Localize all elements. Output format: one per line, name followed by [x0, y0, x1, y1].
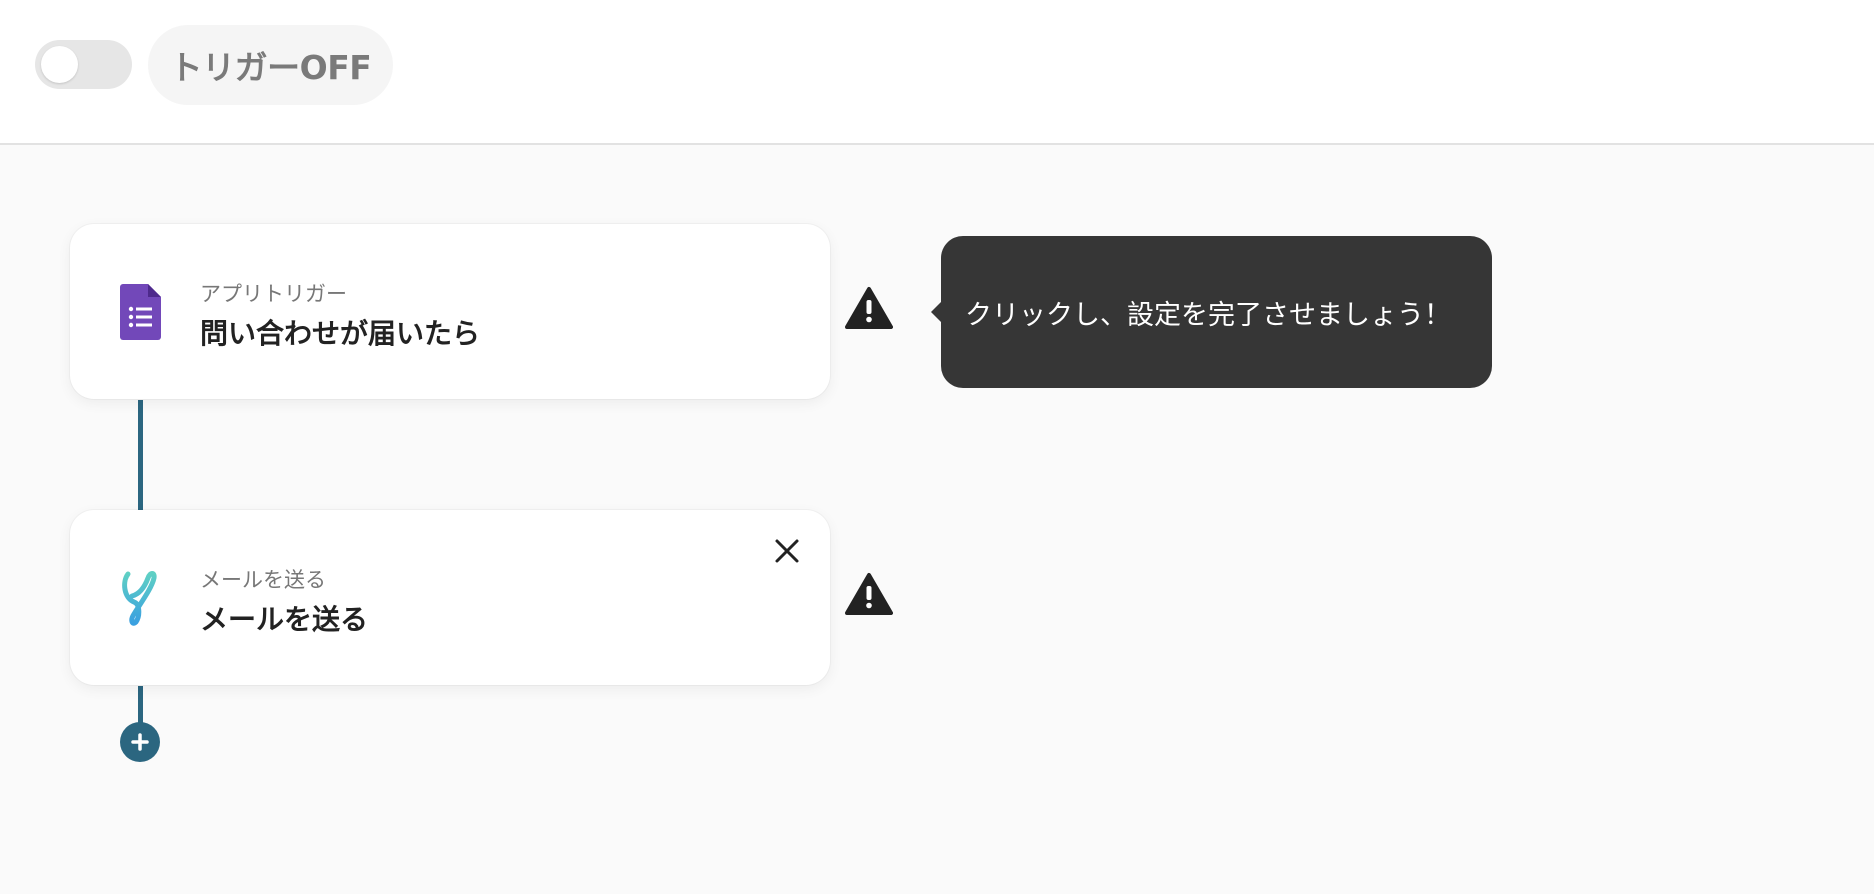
setup-tooltip: クリックし、設定を完了させましょう！: [931, 236, 1492, 388]
warning-icon[interactable]: [845, 286, 893, 330]
step-subtitle: アプリトリガー: [200, 282, 347, 306]
flow-connector: [138, 400, 143, 510]
toggle-knob: [41, 46, 78, 83]
trigger-status-badge: トリガーOFF: [148, 25, 393, 105]
top-toolbar: トリガーOFF: [0, 0, 1874, 145]
mail-app-icon: [118, 568, 164, 628]
google-forms-icon: [118, 282, 164, 342]
flow-step-send-mail-card[interactable]: メールを送る メールを送る: [70, 510, 830, 685]
flow-step-trigger-card[interactable]: アプリトリガー 問い合わせが届いたら: [70, 224, 830, 399]
step-title: 問い合わせが届いたら: [200, 317, 481, 350]
plus-icon: [131, 733, 149, 751]
tooltip-text: クリックし、設定を完了させましょう！: [965, 299, 1451, 331]
tooltip-arrow: [931, 302, 941, 322]
add-step-button[interactable]: [120, 722, 160, 762]
trigger-toggle[interactable]: [35, 40, 132, 89]
warning-icon[interactable]: [845, 572, 893, 616]
close-icon[interactable]: [770, 534, 804, 568]
step-subtitle: メールを送る: [200, 568, 326, 592]
step-title: メールを送る: [200, 603, 369, 636]
